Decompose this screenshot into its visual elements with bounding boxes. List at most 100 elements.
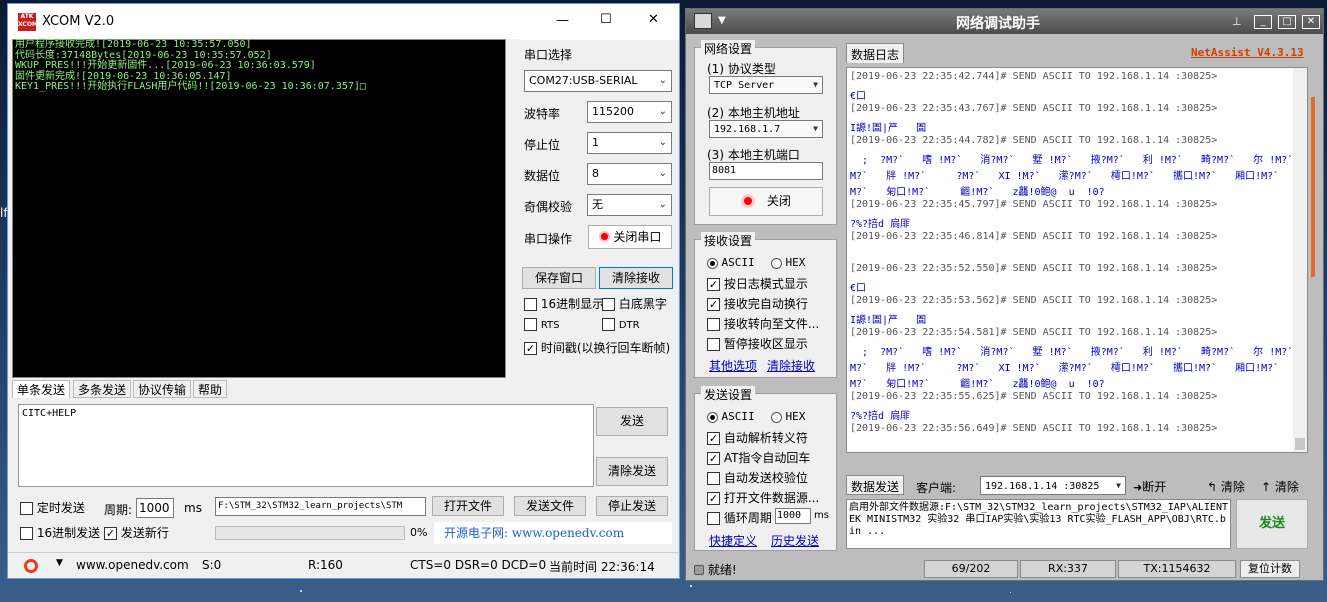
cycle-input[interactable]: 1000 bbox=[775, 508, 811, 524]
port-input[interactable]: 8081 bbox=[709, 162, 823, 180]
timed-send-checkbox[interactable]: 定时发送 bbox=[20, 499, 85, 516]
log-timestamp: [2019-06-23 22:35:55.625]# SEND ASCII TO… bbox=[850, 391, 1218, 402]
send-newline-checkbox[interactable]: ✓ 发送新行 bbox=[104, 524, 169, 541]
tab-data-send[interactable]: 数据发送 bbox=[846, 475, 905, 495]
send-button[interactable]: 发送 bbox=[596, 407, 668, 436]
log-payload: I謜!圄|严 圄 bbox=[850, 315, 927, 326]
host-select[interactable]: 192.168.1.7 ▼ bbox=[709, 120, 823, 138]
save-window-button[interactable]: 保存窗口 bbox=[522, 267, 596, 289]
hex-display-checkbox[interactable]: 16进制显示 bbox=[524, 295, 604, 312]
rts-checkbox[interactable]: RTS bbox=[524, 317, 560, 331]
data-log-area[interactable]: [2019-06-23 22:35:42.744]# SEND ASCII TO… bbox=[846, 67, 1308, 453]
close-port-button[interactable]: 关闭串口 bbox=[588, 225, 672, 249]
group-title: 接收设置 bbox=[701, 232, 756, 249]
send-file-button[interactable]: 发送文件 bbox=[514, 496, 586, 516]
power-icon[interactable] bbox=[24, 559, 38, 573]
tab-protocol[interactable]: 协议传输 bbox=[133, 380, 192, 398]
clear-receive-button[interactable]: 清除接收 bbox=[599, 267, 673, 289]
maximize-button[interactable]: □ bbox=[1278, 15, 1296, 29]
maximize-button[interactable]: ☐ bbox=[600, 12, 612, 27]
send-option-checkbox[interactable]: 自动发送校验位 bbox=[707, 469, 808, 486]
port-select[interactable]: COM27:USB-SERIAL ⌄ bbox=[524, 70, 672, 92]
client-select[interactable]: 192.168.1.14 :30825 ▼ bbox=[980, 476, 1126, 495]
shortcut-link[interactable]: 快捷定义 bbox=[709, 532, 757, 549]
chevron-down-icon: ⌄ bbox=[658, 137, 667, 148]
arrow-up-icon: ↑ bbox=[1261, 480, 1272, 494]
receive-terminal[interactable]: 用户程序接收完成![2019-06-23 10:35:57.050] 代码长度:… bbox=[12, 39, 506, 378]
hex-send-checkbox[interactable]: 16进制发送 bbox=[20, 524, 100, 541]
close-server-label: 关闭 bbox=[766, 194, 791, 208]
recv-hex-radio[interactable]: HEX bbox=[771, 256, 805, 269]
status-site[interactable]: www.openedv.com bbox=[76, 558, 189, 572]
stop-send-button[interactable]: 停止发送 bbox=[596, 496, 668, 516]
minimize-button[interactable]: _ bbox=[1254, 15, 1272, 29]
white-black-checkbox[interactable]: 白底黑字 bbox=[602, 295, 667, 312]
protocol-label: (1) 协议类型 bbox=[707, 62, 776, 76]
rts-label: RTS bbox=[540, 320, 560, 331]
send-option-checkbox[interactable]: ✓ AT指令自动回车 bbox=[707, 449, 810, 466]
clear-receive-link[interactable]: 清除接收 bbox=[767, 357, 815, 374]
log-timestamp: [2019-06-23 22:35:52.550]# SEND ASCII TO… bbox=[850, 263, 1218, 274]
history-link[interactable]: 历史发送 bbox=[771, 532, 819, 549]
status-rx: RX:337 bbox=[1020, 560, 1116, 578]
group-title: 发送设置 bbox=[701, 386, 756, 403]
netassist-titlebar[interactable]: ▼ 网络调试助手 ⊥ _ □ ✕ bbox=[686, 9, 1323, 34]
recv-option-label: 暂停接收区显示 bbox=[723, 337, 808, 351]
send-option-label: AT指令自动回车 bbox=[723, 451, 811, 465]
close-button[interactable]: ✕ bbox=[1302, 15, 1320, 29]
data-bits-select[interactable]: 8 ⌄ bbox=[587, 163, 672, 185]
status-ready-label: 就绪! bbox=[707, 563, 737, 577]
recv-option-checkbox[interactable]: 暂停接收区显示 bbox=[707, 335, 808, 352]
baud-select[interactable]: 115200 ⌄ bbox=[587, 101, 672, 123]
recv-ascii-radio[interactable]: ASCII bbox=[707, 256, 755, 269]
send-hex-radio[interactable]: HEX bbox=[771, 410, 805, 423]
recv-option-checkbox[interactable]: ✓ 按日志模式显示 bbox=[707, 275, 808, 292]
status-ready: 就绪! bbox=[694, 561, 737, 578]
log-scrollbar[interactable] bbox=[1293, 68, 1307, 452]
clear-send-button[interactable]: ↑ 清除 bbox=[1261, 478, 1299, 495]
recv-option-checkbox[interactable]: ✓ 接收完自动换行 bbox=[707, 295, 808, 312]
xcom-titlebar[interactable]: ATK XCOM XCOM V2.0 — ☐ ✕ bbox=[8, 4, 679, 40]
chevron-down-icon[interactable]: ▼ bbox=[56, 558, 63, 568]
chevron-down-icon: ⌄ bbox=[658, 168, 667, 179]
clear-history-button[interactable]: ↰ 清除 bbox=[1207, 478, 1245, 495]
more-options-link[interactable]: 其他选项 bbox=[709, 357, 757, 374]
send-textarea[interactable]: 启用外部文件数据源:F:\STM_32\STM32_learn_projects… bbox=[846, 499, 1231, 549]
timestamp-checkbox[interactable]: ✓ 时间戳(以换行回车断帧) bbox=[524, 339, 670, 356]
chevron-down-icon[interactable]: ▼ bbox=[718, 15, 726, 26]
terminal-scrollbar[interactable] bbox=[507, 39, 519, 378]
protocol-select[interactable]: TCP Server ▼ bbox=[709, 76, 823, 94]
send-option-checkbox[interactable]: 循环周期 bbox=[707, 509, 772, 526]
file-path-input[interactable]: F:\STM_32\STM32_learn_projects\STM bbox=[215, 497, 426, 516]
log-payload: ; ?M?` 嗜 !M?` 消?M?` 墅 !M?` 掖?M?` 利 !M?` … bbox=[850, 347, 1308, 358]
period-input[interactable]: 1000 bbox=[136, 498, 174, 518]
tab-help[interactable]: 帮助 bbox=[193, 380, 228, 398]
reset-count-button[interactable]: 复位计数 bbox=[1240, 560, 1300, 578]
scrollbar-thumb[interactable] bbox=[1295, 438, 1305, 450]
checkbox-box bbox=[707, 512, 720, 525]
send-button[interactable]: 发送 bbox=[1236, 499, 1308, 549]
open-file-button[interactable]: 打开文件 bbox=[432, 496, 504, 516]
disconnect-label: 断开 bbox=[1142, 480, 1167, 494]
parity-select[interactable]: 无 ⌄ bbox=[587, 194, 672, 216]
app-menu-icon[interactable] bbox=[694, 13, 712, 29]
host-value: 192.168.1.7 bbox=[714, 124, 781, 135]
send-option-checkbox[interactable]: ✓ 自动解析转义符 bbox=[707, 429, 808, 446]
tab-multi-send[interactable]: 多条发送 bbox=[73, 380, 132, 398]
disconnect-button[interactable]: ➜断开 bbox=[1133, 478, 1166, 495]
send-ascii-radio[interactable]: ASCII bbox=[707, 410, 755, 423]
send-option-checkbox[interactable]: ✓ 打开文件数据源... bbox=[707, 489, 819, 506]
minimize-button[interactable]: — bbox=[556, 13, 569, 28]
tab-data-log[interactable]: 数据日志 bbox=[846, 43, 905, 63]
stop-select[interactable]: 1 ⌄ bbox=[587, 132, 672, 154]
recv-option-checkbox[interactable]: 接收转向至文件... bbox=[707, 315, 819, 332]
close-server-button[interactable]: 关闭 bbox=[709, 187, 823, 216]
pin-icon[interactable]: ⊥ bbox=[1232, 15, 1242, 28]
close-button[interactable]: ✕ bbox=[648, 12, 659, 27]
dtr-checkbox[interactable]: DTR bbox=[602, 317, 640, 331]
tab-single-send[interactable]: 单条发送 bbox=[12, 380, 71, 398]
promo-link[interactable]: 开源电子网: www.openedv.com bbox=[434, 522, 672, 544]
clear-send-button[interactable]: 清除发送 bbox=[596, 457, 668, 486]
radio-dot bbox=[771, 411, 782, 423]
send-textarea[interactable]: CITC+HELP bbox=[18, 404, 594, 487]
